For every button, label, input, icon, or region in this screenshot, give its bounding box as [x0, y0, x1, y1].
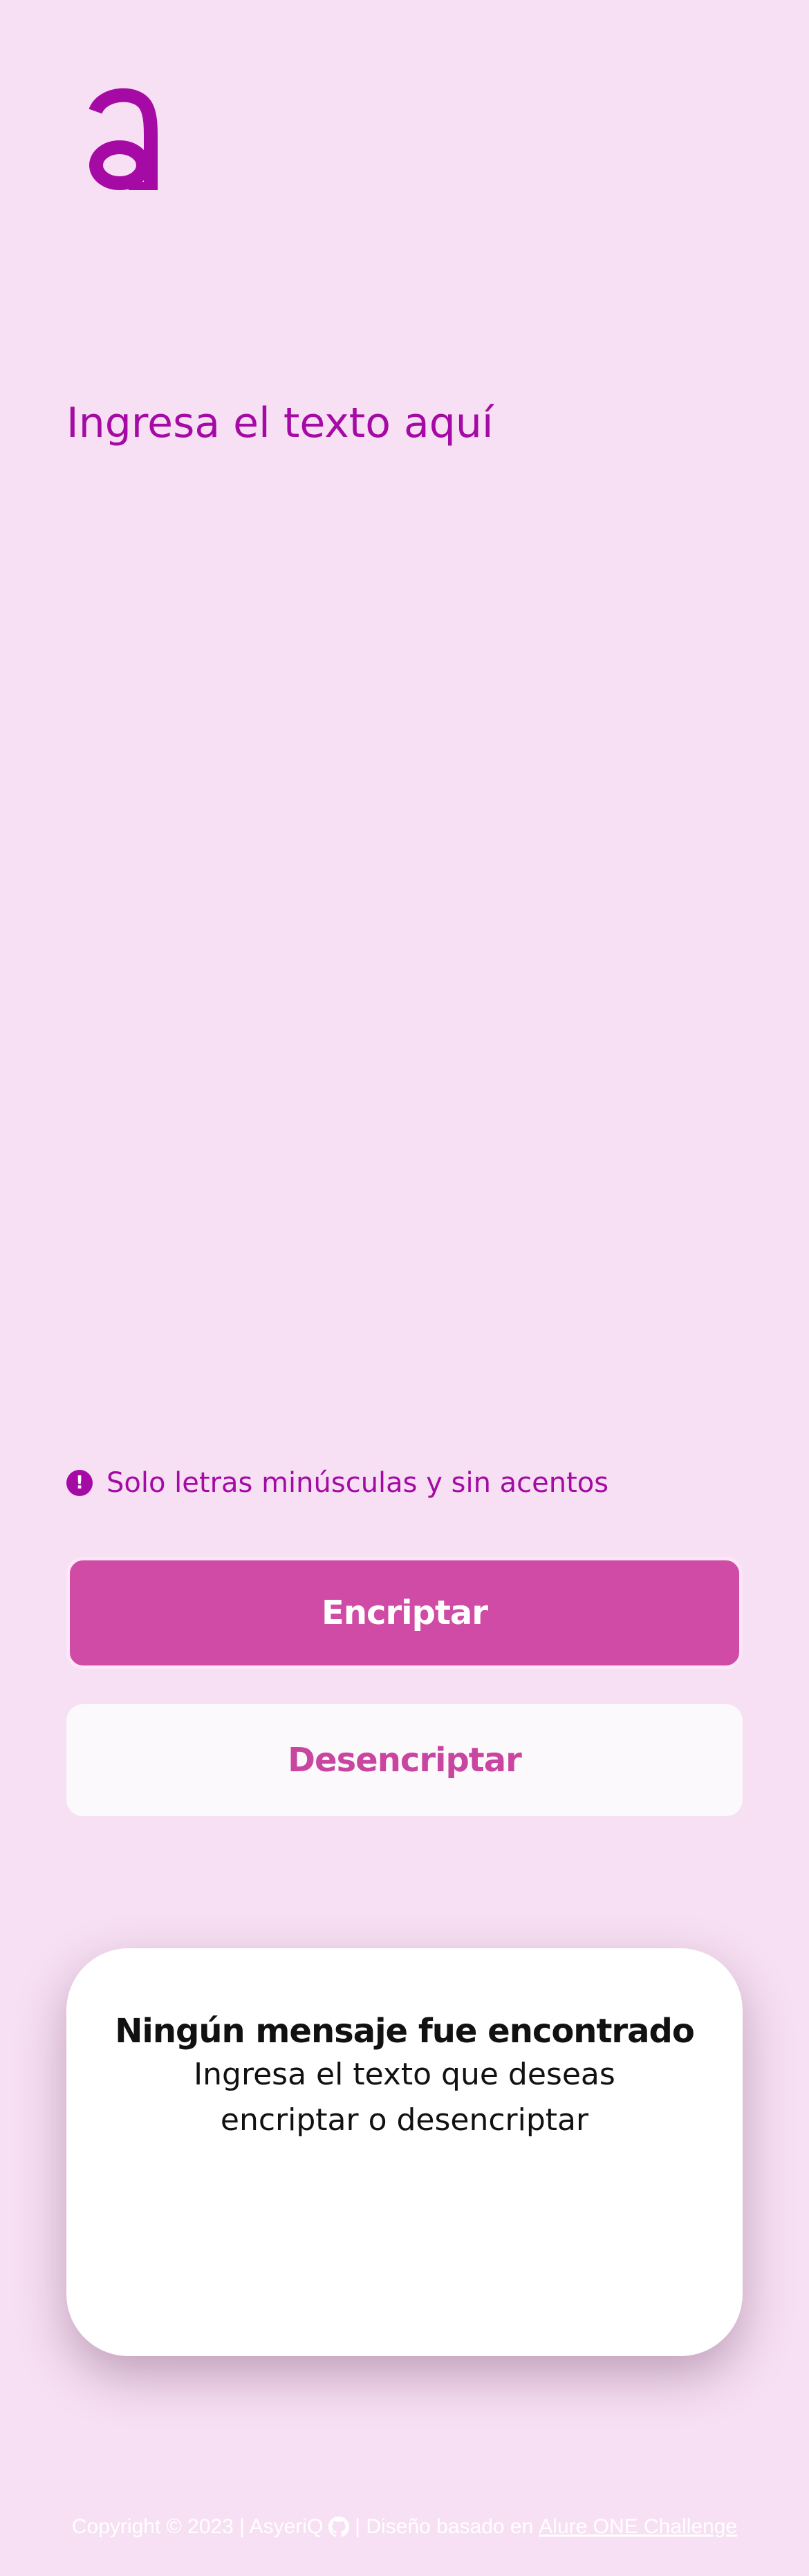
footer: Copyright © 2023 | AsyeriQ | Diseño basa… [0, 2515, 809, 2539]
result-subtitle: Ingresa el texto que deseas encriptar o … [194, 2056, 615, 2138]
github-icon[interactable] [328, 2517, 350, 2537]
input-hint: ! Solo letras minúsculas y sin acentos [66, 1466, 608, 1500]
footer-based-on: | Diseño basado en [355, 2515, 534, 2538]
exclamation-circle-icon: ! [66, 1470, 93, 1496]
page: ! Solo letras minúsculas y sin acentos E… [0, 0, 809, 2576]
result-title: Ningún mensaje fue encontrado [115, 2012, 695, 2051]
message-input[interactable] [66, 398, 743, 1407]
hint-text: Solo letras minúsculas y sin acentos [106, 1467, 609, 1499]
result-panel: Ningún mensaje fue encontrado Ingresa el… [66, 1948, 743, 2356]
encrypt-button[interactable]: Encriptar [66, 1557, 743, 1669]
footer-copyright: Copyright © 2023 | AsyeriQ [71, 2515, 324, 2538]
decrypt-button-label: Desencriptar [288, 1741, 522, 1780]
logo-icon [89, 88, 158, 190]
encrypt-button-label: Encriptar [322, 1594, 488, 1632]
decrypt-button[interactable]: Desencriptar [66, 1704, 743, 1816]
footer-challenge-link[interactable]: Alure ONE Challenge [539, 2515, 737, 2539]
